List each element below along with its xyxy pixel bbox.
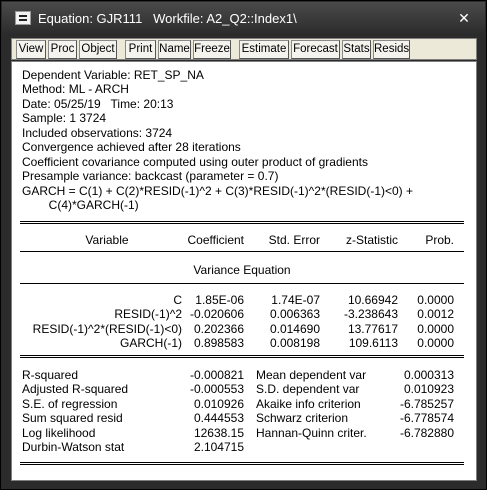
coefficient-cell: 0.202366 [193,322,244,336]
name-button[interactable]: Name [158,40,191,59]
title-bar[interactable]: Equation: GJR111 Workfile: A2_Q2::Index1… [2,2,485,34]
stat-value: -0.000553 [189,382,244,396]
view-button[interactable]: View [16,40,46,59]
variable-cell: RESID(-1)^2 [114,307,182,321]
prob-cell: 0.0000 [417,322,454,336]
print-button[interactable]: Print [125,40,156,59]
stat-label: Log likelihood [22,426,96,440]
stat-value: -6.778574 [399,411,454,425]
convergence-line: Convergence achieved after 28 iterations [22,140,241,154]
prob-cell: 0.0000 [417,293,454,307]
stat-value: 0.444553 [193,411,244,425]
coefficient-cell: 0.898583 [193,336,244,350]
stat-value: 12638.15 [193,426,244,440]
variable-cell: GARCH(-1) [120,336,182,350]
toolbar: View Proc Object Print Name Freeze Estim… [11,38,477,60]
std-error-cell: 0.008198 [269,336,320,350]
presample-line: Presample variance: backcast (parameter … [22,169,279,183]
table-rule [20,221,464,222]
stats-button[interactable]: Stats [342,40,371,59]
window-title: Equation: GJR111 Workfile: A2_Q2::Index1… [38,10,297,26]
stat-label: Mean dependent var [256,368,367,382]
variable-cell: C [173,293,182,307]
observations-line: Included observations: 3724 [22,126,173,140]
stat-label: Durbin-Watson stat [22,440,125,454]
freeze-button[interactable]: Freeze [193,40,231,59]
estimate-button[interactable]: Estimate [239,40,289,59]
table-rule [20,464,464,465]
equation-icon [15,11,31,25]
z-statistic-cell: 13.77617 [347,322,398,336]
std-error-cell: 0.014690 [269,322,320,336]
std-error-cell: 1.74E-07 [271,293,320,307]
column-header-prob: Prob. [425,233,454,247]
date-time-line: Date: 05/25/19 Time: 20:13 [22,97,174,111]
stat-label: Adjusted R-squared [22,382,129,396]
column-header-z-statistic: z-Statistic [345,233,398,247]
std-error-cell: 0.006363 [269,307,320,321]
table-rule [20,251,464,252]
column-header-coefficient: Coefficient [187,233,244,247]
table-rule [20,223,464,224]
covariance-line: Coefficient covariance computed using ou… [22,155,368,169]
coefficient-cell: 1.85E-06 [195,293,244,307]
stat-label: Akaike info criterion [256,397,361,411]
table-rule [20,462,464,463]
prob-cell: 0.0012 [417,307,454,321]
stat-value: 0.010926 [193,397,244,411]
stat-label: R-squared [22,368,79,382]
method-line: Method: ML - ARCH [22,82,129,96]
stat-value: -0.000821 [189,368,244,382]
sample-line: Sample: 1 3724 [22,111,107,125]
column-header-std-error: Std. Error [268,233,320,247]
stat-value: -6.782880 [399,426,454,440]
stat-label: Sum squared resid [22,411,123,425]
close-icon[interactable]: ✕ [455,9,473,27]
variance-equation-title: Variance Equation [193,263,291,277]
resids-button[interactable]: Resids [373,40,410,59]
coefficient-cell: -0.020606 [189,307,244,321]
stat-value: 2.104715 [193,440,244,454]
garch-spec-line: GARCH = C(1) + C(2)*RESID(-1)^2 + C(3)*R… [22,184,414,198]
equation-window: Equation: GJR111 Workfile: A2_Q2::Index1… [0,0,487,490]
table-rule [20,355,464,356]
stat-label: S.E. of regression [22,397,118,411]
column-header-variable: Variable [85,233,129,247]
z-statistic-cell: -3.238643 [343,307,398,321]
stat-label: Schwarz criterion [256,411,349,425]
object-button[interactable]: Object [79,40,117,59]
table-rule [20,283,464,284]
z-statistic-cell: 109.6113 [348,336,398,350]
prob-cell: 0.0000 [417,336,454,350]
stat-label: Hannan-Quinn criter. [256,426,367,440]
table-rule [20,357,464,358]
stat-label: S.D. dependent var [256,382,360,396]
dependent-variable-line: Dependent Variable: RET_SP_NA [22,68,204,82]
stat-value: 0.010923 [403,382,454,396]
z-statistic-cell: 10.66942 [347,293,398,307]
forecast-button[interactable]: Forecast [291,40,340,59]
stat-value: 0.000313 [403,368,454,382]
proc-button[interactable]: Proc [48,40,77,59]
output-pane[interactable]: Dependent Variable: RET_SP_NA Method: ML… [11,61,477,481]
stat-value: -6.785257 [399,397,454,411]
garch-spec-continuation: C(4)*GARCH(-1) [22,198,139,212]
variable-cell: RESID(-1)^2*(RESID(-1)<0) [32,322,182,336]
